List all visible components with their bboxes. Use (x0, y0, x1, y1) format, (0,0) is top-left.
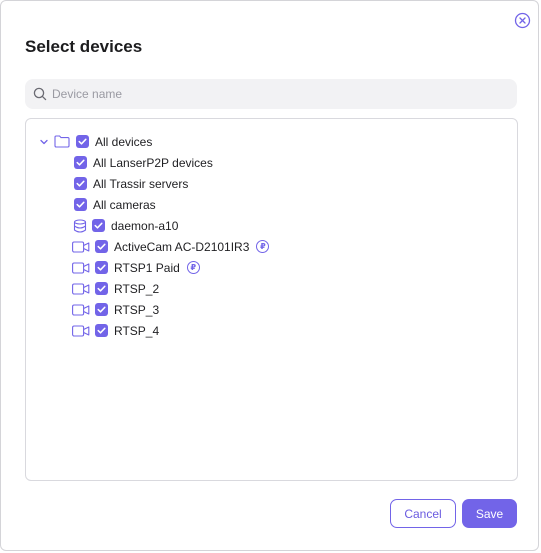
tree-label: RTSP_4 (114, 323, 160, 338)
dialog-title: Select devices (25, 37, 143, 56)
select-devices-dialog: Select devices All devices Al (0, 0, 539, 551)
checkbox-camera[interactable] (95, 282, 108, 295)
save-button[interactable]: Save (462, 499, 517, 528)
paid-badge: ₽ (256, 240, 270, 253)
checkbox-group[interactable] (74, 198, 87, 211)
tree-row-group[interactable]: All cameras (74, 194, 156, 215)
cancel-button[interactable]: Cancel (390, 499, 456, 528)
tree-row-group[interactable]: All LanserP2P devices (74, 152, 213, 173)
camera-icon (72, 240, 90, 253)
device-tree: All devices All LanserP2P devices All Tr… (25, 118, 518, 481)
checkbox-camera[interactable] (95, 324, 108, 337)
tree-label: RTSP_3 (114, 302, 160, 317)
checkbox-camera[interactable] (95, 303, 108, 316)
camera-icon (72, 303, 90, 316)
tree-row-camera[interactable]: RTSP_3 (72, 299, 159, 320)
tree-row-all-devices[interactable]: All devices (39, 131, 152, 152)
chevron-down-icon[interactable] (39, 137, 49, 147)
checkbox-server[interactable] (92, 219, 105, 232)
device-name-search-input[interactable] (52, 79, 507, 109)
tree-label: daemon-a10 (111, 218, 179, 233)
tree-label: RTSP_2 (114, 281, 160, 296)
checkbox-camera[interactable] (95, 261, 108, 274)
tree-row-server[interactable]: daemon-a10 (73, 215, 178, 236)
checkbox-all-devices[interactable] (76, 135, 89, 148)
tree-row-camera[interactable]: RTSP1 Paid ₽ (72, 257, 200, 278)
checkbox-camera[interactable] (95, 240, 108, 253)
search-icon (33, 87, 47, 101)
close-icon[interactable] (514, 12, 531, 29)
tree-label: All devices (95, 134, 153, 149)
tree-row-group[interactable]: All Trassir servers (74, 173, 188, 194)
search-box (25, 79, 517, 109)
tree-label: RTSP1 Paid (114, 260, 180, 275)
checkbox-group[interactable] (74, 177, 87, 190)
tree-label: All cameras (93, 197, 156, 212)
tree-row-camera[interactable]: ActiveCam AC-D2101IR3 ₽ (72, 236, 270, 257)
database-icon (73, 218, 87, 233)
camera-icon (72, 282, 90, 295)
checkbox-group[interactable] (74, 156, 87, 169)
tree-row-camera[interactable]: RTSP_4 (72, 320, 159, 341)
tree-row-camera[interactable]: RTSP_2 (72, 278, 159, 299)
camera-icon (72, 261, 90, 274)
camera-icon (72, 324, 90, 337)
folder-icon (54, 135, 70, 148)
paid-badge: ₽ (186, 261, 200, 274)
tree-label: All Trassir servers (93, 176, 189, 191)
tree-label: ActiveCam AC-D2101IR3 (114, 239, 250, 254)
tree-label: All LanserP2P devices (93, 155, 213, 170)
